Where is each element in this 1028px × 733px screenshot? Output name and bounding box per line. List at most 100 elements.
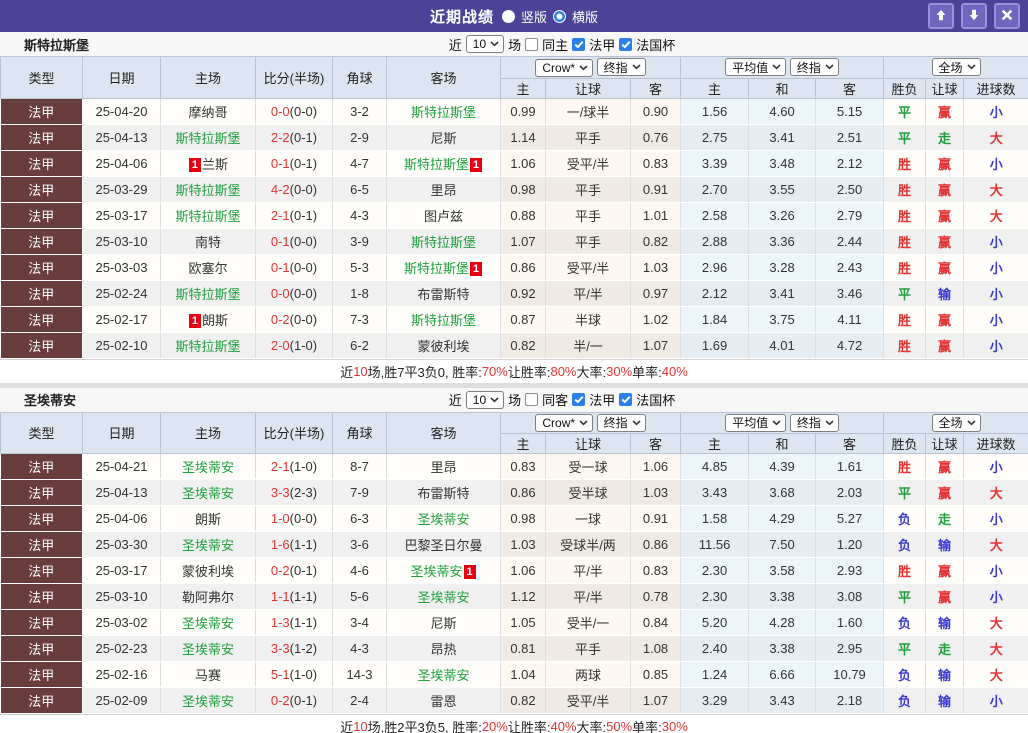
scope-select[interactable]: 全场 [931,58,981,77]
sub-column-header-8: 进球数 [963,77,1028,99]
scope-select[interactable]: 全场 [931,413,981,432]
avg-source-select[interactable]: 平均值 [725,58,787,77]
match-result-cell: 胜 [883,176,927,203]
sub-column-header-1: 让球 [545,77,631,99]
summary-segment: 40% [661,363,688,379]
summary-segment: 场,胜2平3负5, 胜率: [367,720,482,733]
handicap-result-cell: 输 [925,531,965,558]
close-icon [1000,8,1014,25]
avg-draw-cell: 4.29 [748,505,817,532]
away-team-name: 圣埃蒂安 [417,512,470,527]
away-team-cell: 巴黎圣日尔曼 [386,531,501,558]
fulltime-score: 3-3 [270,641,290,656]
date-cell: 25-03-17 [82,557,161,584]
avg-away-cell: 2.44 [815,228,885,255]
match-count-select[interactable]: 10 [465,390,505,409]
column-header-5: 客场 [386,411,501,454]
filter-suffix-label: 场 [508,393,522,408]
away-team-cell: 斯特拉斯堡 1 [386,150,501,177]
landscape-radio-label[interactable]: 横版 [572,7,598,26]
odds-source-select[interactable]: Crow* [535,58,594,77]
filter-checkbox-label: 法甲 [589,37,616,53]
halftime-score: (0-1) [289,129,318,145]
avg-home-cell: 2.88 [680,228,750,255]
goals-result-cell: 小 [963,280,1028,307]
odds-source-select[interactable]: Crow* [535,414,594,432]
odds-stage-select[interactable]: 终指 [596,58,646,76]
odds-stage-select-chevron-down-icon [632,419,641,426]
date-cell: 25-04-13 [82,124,161,151]
date-cell: 25-02-24 [82,280,161,307]
handicap-cell: 平手 [545,124,631,151]
score-cell: 1-6(1-1) [255,531,333,558]
filter-checkbox-1[interactable] [572,37,586,51]
scope-select-chevron-down-icon [966,420,976,426]
summary-segment: 40% [550,719,577,733]
away-team-name: 图卢兹 [423,208,463,224]
halftime-score: (0-0) [289,103,318,119]
match-result-cell: 平 [883,124,927,151]
move-down-button[interactable] [961,3,987,29]
filter-checkbox-1[interactable] [572,393,586,406]
avg-stage-select[interactable]: 终指 [789,413,839,432]
avg-stage-select[interactable]: 终指 [789,58,839,77]
average-odds-group: 平均值 终指 [680,411,885,434]
score-cell: 0-1(0-0) [255,228,333,255]
fulltime-score: 1-1 [270,589,290,604]
match-count-select[interactable]: 10 [465,35,505,53]
league-cell: 法甲 [0,505,83,532]
fulltime-score: 5-1 [270,667,290,682]
home-team-name: 斯特拉斯堡 [175,182,241,198]
league-cell: 法甲 [0,453,83,480]
sub-column-header-5: 客 [815,77,885,99]
window-controls [928,3,1020,29]
section-header: 斯特拉斯堡 近 10 场 同主 法甲 法国杯 [0,32,1028,56]
close-button[interactable] [994,3,1020,29]
summary-segment: 80% [550,363,577,379]
corners-cell: 3-2 [332,98,387,125]
table-row: 法甲 25-04-06 朗斯 1-0(0-0) 6-3 圣埃蒂安 0.98 一球 0.91 1.5… [0,505,1028,532]
home-team-cell: 摩纳哥 [160,98,256,125]
odds-away-cell: 1.07 [630,687,682,714]
filter-checkbox-0[interactable] [525,393,539,406]
check-icon [621,37,631,52]
avg-home-cell: 1.58 [680,505,750,532]
match-count-select-chevron-down-icon [490,41,499,47]
date-cell: 25-04-13 [82,479,161,506]
goals-result-cell: 大 [963,176,1028,203]
away-team-name: 巴黎圣日尔曼 [404,538,483,553]
handicap-cell: 平/半 [545,583,631,610]
handicap-result-cell: 赢 [925,583,965,610]
portrait-radio-label[interactable]: 竖版 [521,7,547,26]
portrait-radio[interactable] [501,9,515,23]
away-team-cell: 圣埃蒂安 [386,505,501,532]
corners-cell: 5-3 [332,254,387,281]
match-result-cell: 胜 [883,557,927,584]
avg-source-select[interactable]: 平均值 [725,413,787,432]
table-row: 法甲 25-03-17 蒙彼利埃 0-2(0-1) 4-6 圣埃蒂安 1 1.06 平/半 0.8… [0,557,1028,584]
odds-home-cell: 0.82 [500,332,546,359]
goals-result-cell: 大 [963,661,1028,688]
odds-away-cell: 1.06 [630,453,682,480]
filter-checkbox-2[interactable] [619,37,633,52]
filter-checkbox-2[interactable] [619,393,633,406]
odds-away-cell: 1.03 [630,254,682,281]
corners-cell: 6-2 [332,332,387,359]
arrow-up-icon [934,8,948,25]
odds-stage-select[interactable]: 终指 [596,413,646,432]
avg-home-cell: 2.96 [680,254,750,281]
handicap-result-cell: 赢 [925,306,965,333]
home-team-cell: 斯特拉斯堡 [160,176,256,203]
away-team-cell: 里昂 [386,176,501,203]
move-up-button[interactable] [928,3,954,29]
away-team-cell: 斯特拉斯堡 [386,98,501,125]
fulltime-score: 0-2 [270,563,290,578]
column-header-2: 主场 [160,411,256,454]
page-title: 近期战绩 [429,8,494,26]
landscape-radio[interactable] [553,9,566,23]
date-cell: 25-02-09 [82,687,161,714]
filter-checkbox-0[interactable] [525,37,539,51]
avg-home-cell: 1.24 [680,661,750,688]
fulltime-score: 0-1 [270,259,290,275]
summary-segment: 近 [340,720,354,733]
